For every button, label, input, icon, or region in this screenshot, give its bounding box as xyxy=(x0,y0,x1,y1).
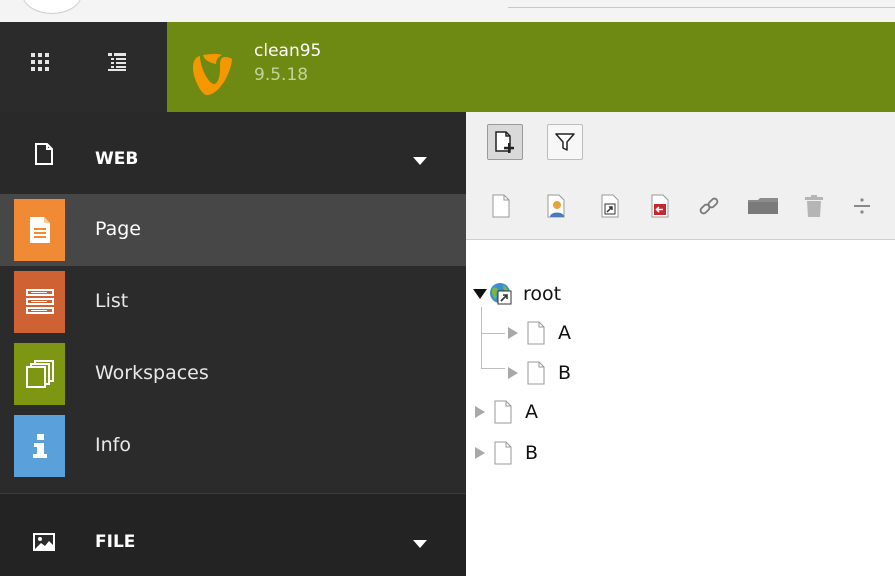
page-tree-toggle-button[interactable] xyxy=(104,49,130,75)
filter-icon xyxy=(555,133,575,151)
tree-node-child[interactable]: A xyxy=(506,318,571,348)
module-item-label: List xyxy=(95,290,129,312)
page-icon xyxy=(526,361,546,385)
page-icon[interactable] xyxy=(489,192,513,220)
tree-connector xyxy=(481,368,505,369)
shortcut-icon[interactable] xyxy=(598,192,622,220)
expanded-caret-icon[interactable] xyxy=(473,287,487,301)
site-name[interactable]: clean95 xyxy=(254,41,321,61)
tree-node-label: B xyxy=(558,362,572,384)
module-item-label: Page xyxy=(95,218,141,240)
page-tree-panel: root A B A B xyxy=(466,112,895,576)
module-item-label: Info xyxy=(95,434,131,456)
module-item-workspaces[interactable]: Workspaces xyxy=(0,338,466,410)
recycler-icon[interactable] xyxy=(802,192,826,220)
list-icon xyxy=(108,53,126,71)
folder-icon[interactable] xyxy=(746,192,780,220)
module-item-info[interactable]: Info xyxy=(0,410,466,482)
tree-node-child[interactable]: B xyxy=(506,358,571,388)
page-module-icon xyxy=(14,199,65,261)
site-version: 9.5.18 xyxy=(254,65,309,85)
tree-node-label: root xyxy=(523,283,562,305)
grid-icon xyxy=(31,53,49,71)
mountpoint-icon[interactable] xyxy=(648,192,672,220)
link-icon[interactable] xyxy=(697,192,721,220)
filter-button[interactable] xyxy=(547,124,583,160)
tree-connector xyxy=(481,307,482,369)
browser-top-strip xyxy=(0,0,895,22)
module-item-label: Workspaces xyxy=(95,362,209,384)
tree-node-label: A xyxy=(558,322,571,344)
page-outline-icon xyxy=(31,141,57,167)
module-group-label: WEB xyxy=(95,149,139,169)
caret-down-icon xyxy=(413,157,427,165)
app-menu-button[interactable] xyxy=(27,49,53,75)
collapsed-caret-icon[interactable] xyxy=(506,366,520,380)
root-globe-icon xyxy=(489,282,513,306)
page-icon xyxy=(493,441,513,465)
module-menu: WEB Page List Workspaces Info FILE xyxy=(0,112,466,576)
backend-user-section-icon[interactable] xyxy=(545,192,569,220)
tree-node-label: B xyxy=(525,442,539,464)
top-divider-line xyxy=(508,7,895,8)
page-tree-toolbar xyxy=(466,112,895,240)
tree-node-top[interactable]: B xyxy=(473,438,538,468)
new-page-icon xyxy=(495,131,514,153)
collapsed-caret-icon[interactable] xyxy=(506,326,520,340)
page-icon xyxy=(493,400,513,424)
tree-node-root[interactable]: root xyxy=(473,279,561,309)
workspaces-module-icon xyxy=(14,343,65,405)
tree-connector xyxy=(481,333,505,334)
typo3-logo-icon[interactable] xyxy=(189,52,236,96)
page-icon xyxy=(526,321,546,345)
image-icon xyxy=(31,529,57,555)
list-module-icon xyxy=(14,271,65,333)
page-tree: root A B A B xyxy=(466,240,895,576)
topbar: clean95 9.5.18 xyxy=(0,22,895,112)
divider-icon[interactable] xyxy=(850,192,874,220)
new-page-button[interactable] xyxy=(487,124,523,160)
caret-down-icon xyxy=(413,540,427,548)
tree-node-label: A xyxy=(525,401,538,423)
module-group-file[interactable]: FILE xyxy=(0,493,466,576)
tree-node-top[interactable]: A xyxy=(473,397,538,427)
top-left-blob xyxy=(22,0,82,14)
module-group-web[interactable]: WEB xyxy=(0,112,466,194)
module-item-list[interactable]: List xyxy=(0,266,466,338)
module-item-page[interactable]: Page xyxy=(0,194,466,266)
collapsed-caret-icon[interactable] xyxy=(473,446,487,460)
info-module-icon xyxy=(14,415,65,477)
topbar-toolbar-area xyxy=(0,22,167,112)
module-group-label: FILE xyxy=(95,532,136,552)
collapsed-caret-icon[interactable] xyxy=(473,405,487,419)
